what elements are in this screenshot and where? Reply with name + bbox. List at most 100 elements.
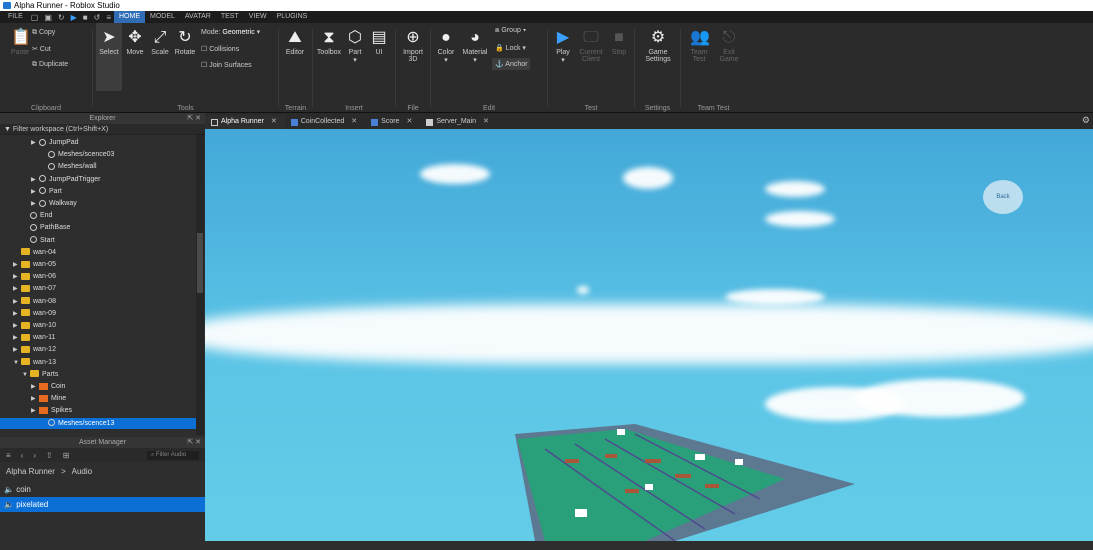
viewport-settings-gear-icon[interactable]: ⚙ [1082,115,1090,126]
chevron-right-icon[interactable]: ▶ [31,175,39,187]
explorer-item[interactable]: ▼ wan-13 [0,357,196,369]
chevron-right-icon[interactable]: ▶ [31,187,39,199]
explorer-item[interactable]: ▶ wan-12 [0,344,196,356]
explorer-item[interactable]: End [0,210,196,222]
explorer-item[interactable]: Meshes/scence03 [0,149,196,161]
explorer-item[interactable]: ▶ wan-05 [0,259,196,271]
tab-home[interactable]: HOME [114,11,145,23]
game-settings-button[interactable]: ⚙ Game Settings [641,29,675,63]
explorer-item[interactable]: ▶ Coin [0,381,196,393]
close-icon[interactable]: ✕ [483,115,489,129]
game-map-model[interactable] [205,129,1093,541]
join-surfaces-toggle[interactable]: ☐ Join Surfaces [201,61,252,69]
undo-icon[interactable]: ↺ [91,13,104,22]
chevron-right-icon[interactable]: ▶ [13,321,21,333]
select-tool-button[interactable]: ➤ Select [96,23,122,91]
material-button[interactable]: ◕ Material ▾ [459,29,491,64]
paste-button[interactable]: 📋 Paste [10,29,31,56]
play-quick-icon[interactable]: ▶ [68,13,80,22]
stop-quick-icon[interactable]: ■ [80,13,91,22]
chevron-right-icon[interactable]: ▶ [13,345,21,357]
scale-tool-button[interactable]: ⤢ Scale [148,29,172,56]
close-icon[interactable]: ✕ [351,115,357,129]
tab-model[interactable]: MODEL [145,11,180,23]
duplicate-button[interactable]: ⧉ Duplicate [32,61,68,69]
copy-button[interactable]: ⧉ Copy [32,29,55,37]
breadcrumb-leaf[interactable]: Audio [72,467,92,476]
chevron-right-icon[interactable]: ▶ [13,297,21,309]
toolbox-button[interactable]: ⧗ Toolbox [315,29,343,56]
tab-plugins[interactable]: PLUGINS [272,11,313,23]
chevron-right-icon[interactable]: ▶ [31,382,39,394]
chevron-right-icon[interactable]: ▶ [31,138,39,150]
explorer-filter-input[interactable]: ▼ Filter workspace (Ctrl+Shift+X) [0,124,205,135]
chevron-down-icon[interactable]: ▼ [22,370,30,382]
tab-test[interactable]: TEST [216,11,244,23]
upload-icon[interactable]: ⇧ [46,451,53,460]
explorer-item[interactable]: wan-04 [0,247,196,259]
chevron-right-icon[interactable]: ▶ [13,260,21,272]
explorer-item[interactable]: ▼ Parts [0,369,196,381]
forward-arrow-icon[interactable]: › [33,451,36,460]
explorer-item[interactable]: ▶ JumpPad [0,137,196,149]
explorer-item[interactable]: ▶ wan-09 [0,308,196,320]
exit-game-button[interactable]: ⎋ Exit Game [715,29,743,63]
explorer-item[interactable]: Meshes/scence13 [0,417,196,430]
explorer-item[interactable]: ▶ JumpPadTrigger [0,174,196,186]
chevron-right-icon[interactable]: ▶ [13,333,21,345]
close-icon[interactable]: ✕ [406,115,412,129]
explorer-item[interactable]: ▶ Mine [0,393,196,405]
explorer-item[interactable]: ▶ wan-08 [0,296,196,308]
ui-button[interactable]: ▤ UI [367,29,391,56]
mode-selector[interactable]: Mode: Geometric ▾ [201,28,260,36]
chevron-right-icon[interactable]: ▶ [31,406,39,418]
chevron-right-icon[interactable]: ▶ [13,284,21,296]
group-button[interactable]: ⧈ Group ▾ [495,27,526,35]
explorer-item[interactable]: ▶ wan-06 [0,271,196,283]
terrain-editor-button[interactable]: ⛰ Editor [282,29,308,56]
asset-search-input[interactable]: ⌕ Filter Audio [147,450,199,460]
stop-button[interactable]: ■ Stop [606,29,632,56]
breadcrumb-root[interactable]: Alpha Runner [6,467,55,476]
lock-button[interactable]: 🔒 Lock ▾ [495,44,526,52]
menu-icon[interactable]: ≡ [6,451,11,460]
explorer-item[interactable]: ▶ wan-07 [0,283,196,295]
explorer-item[interactable]: PathBase [0,222,196,234]
redo-icon[interactable]: ↻ [55,13,68,22]
explorer-panel-controls[interactable]: ⇱ ✕ [187,113,201,124]
close-icon[interactable]: ✕ [271,115,277,129]
anchor-button[interactable]: ⚓ Anchor [492,58,531,70]
back-arrow-icon[interactable]: ‹ [21,451,24,460]
explorer-item[interactable]: ▶ Part [0,186,196,198]
play-button[interactable]: ▶ Play ▾ [550,29,576,64]
asset-item-pixelated[interactable]: 🔈 pixelated [0,497,205,512]
explorer-item[interactable]: ▶ Spikes [0,405,196,417]
tab-alpha-runner[interactable]: Alpha Runner ✕ [205,115,285,129]
asset-manager-panel-controls[interactable]: ⇱ ✕ [187,437,201,448]
cut-button[interactable]: ✂ Cut [32,45,51,53]
tab-server-main[interactable]: Server_Main ✕ [420,115,497,129]
save-icon[interactable]: ▣ [41,13,55,22]
new-file-icon[interactable]: ▢ [28,13,42,22]
color-button[interactable]: ● Color ▾ [433,29,459,64]
chevron-down-icon[interactable]: ▼ [13,358,21,370]
tab-view[interactable]: VIEW [244,11,272,23]
move-tool-button[interactable]: ✥ Move [123,29,147,56]
chevron-right-icon[interactable]: ▶ [13,272,21,284]
explorer-item[interactable]: ▶ wan-10 [0,320,196,332]
rotate-tool-button[interactable]: ↻ Rotate [173,29,197,56]
explorer-item[interactable]: Meshes/wall [0,161,196,173]
chevron-right-icon[interactable]: ▶ [31,199,39,211]
chevron-right-icon[interactable]: ▶ [31,394,39,406]
tab-coincollected[interactable]: CoinCollected ✕ [285,115,365,129]
explorer-item[interactable]: ▶ Walkway [0,198,196,210]
explorer-item[interactable]: ▶ wan-11 [0,332,196,344]
chevron-right-icon[interactable]: ▶ [13,309,21,321]
part-button[interactable]: ⬡ Part ▾ [343,29,367,64]
asset-item-coin[interactable]: 🔈 coin [0,482,205,497]
team-test-button[interactable]: 👥 Team Test [685,29,713,63]
import-3d-button[interactable]: ⊕ Import 3D [400,29,426,63]
explorer-scroll-thumb[interactable] [197,233,203,293]
current-client-button[interactable]: 🖵 Current Client [576,29,606,63]
tab-score[interactable]: Score ✕ [365,115,420,129]
